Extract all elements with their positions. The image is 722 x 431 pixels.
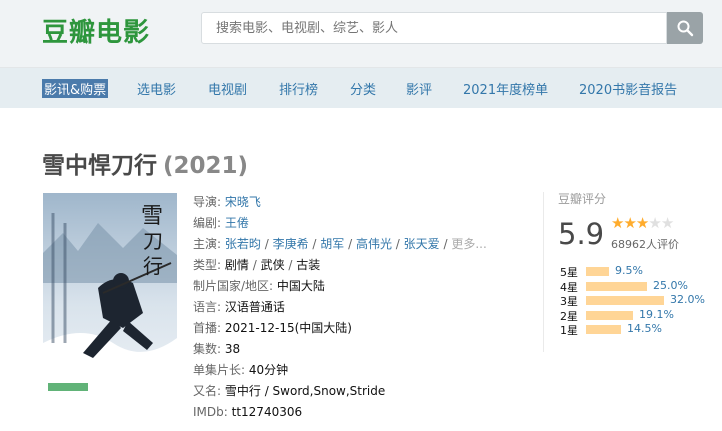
- star-empty-icon: ★: [660, 214, 674, 232]
- rating-dist-bar: [586, 267, 609, 276]
- cast-link[interactable]: 李庚希: [273, 237, 309, 251]
- star-filled-icon: ★: [611, 214, 624, 232]
- movie-title: 雪中悍刀行: [42, 153, 157, 179]
- nav-item-explore[interactable]: 选电影: [137, 79, 176, 98]
- svg-text:行: 行: [143, 254, 163, 278]
- search-icon: [677, 20, 694, 37]
- rating-dist-bar: [586, 296, 664, 305]
- poster-art: 雪 刀 行: [43, 193, 177, 396]
- nav-item-charts[interactable]: 排行榜: [279, 79, 318, 98]
- rating-count-link[interactable]: 68962人评价: [611, 236, 679, 252]
- top-bar: 豆瓣电影: [0, 0, 722, 68]
- rating-dist-bar: [586, 325, 621, 334]
- page-title: 雪中悍刀行 (2021): [42, 146, 248, 180]
- movie-year: (2021): [163, 153, 249, 179]
- info-writer: 编剧: 王倦: [193, 216, 249, 230]
- director-link[interactable]: 宋晓飞: [225, 195, 261, 209]
- nav-item-annual-2021[interactable]: 2021年度榜单: [463, 79, 548, 98]
- info-aka: 又名: 雪中行 / Sword,Snow,Stride: [193, 384, 386, 398]
- rating-dist-bar: [586, 281, 647, 291]
- rating-stars: ★★★★★: [611, 214, 674, 232]
- info-region: 制片国家/地区: 中国大陆: [193, 279, 325, 293]
- rating-panel: 豆瓣评分 5.9 ★★★★★ 68962人评价 5星 9.5% 4星 25.0% 3星 3…: [558, 190, 705, 337]
- rating-dist-pct: 25.0%: [653, 278, 688, 292]
- info-cast: 主演: 张若昀 / 李庚希 / 胡军 / 高伟光 / 张天爱 / 更多...: [193, 237, 487, 251]
- cast-link[interactable]: 张若昀: [225, 237, 261, 251]
- svg-text:刀: 刀: [143, 229, 163, 253]
- info-imdb: IMDb: tt12740306: [193, 405, 303, 419]
- rating-dist-pct: 9.5%: [615, 264, 643, 277]
- cast-link[interactable]: 高伟光: [356, 237, 392, 251]
- info-premiere: 首播: 2021-12-15(中国大陆): [193, 321, 352, 335]
- search-input[interactable]: [202, 13, 666, 43]
- info-genre: 类型: 剧情 / 武侠 / 古装: [193, 258, 321, 272]
- cast-link[interactable]: 胡军: [320, 237, 344, 251]
- rating-score: 5.9: [558, 217, 605, 251]
- nav-item-reviews[interactable]: 影评: [406, 79, 432, 98]
- cast-more-link[interactable]: 更多...: [451, 237, 486, 251]
- main-nav: 影讯&购票 选电影 电视剧 排行榜 分类 影评 2021年度榜单 2020书影音…: [0, 68, 722, 108]
- poster-calligraphy: 雪: [141, 204, 163, 229]
- star-empty-icon: ★: [648, 214, 661, 232]
- movie-info: 导演: 宋晓飞 编剧: 王倦 主演: 张若昀 / 李庚希 / 胡军 / 高伟光 …: [193, 192, 487, 423]
- rating-dist-pct: 32.0%: [670, 293, 705, 306]
- nav-item-tickets[interactable]: 影讯&购票: [42, 79, 109, 98]
- info-director: 导演: 宋晓飞: [193, 195, 261, 209]
- rating-dist-pct: 19.1%: [639, 307, 674, 321]
- star-filled-icon: ★: [635, 214, 649, 232]
- rating-dist-pct: 14.5%: [627, 322, 662, 335]
- star-filled-icon: ★: [623, 214, 636, 232]
- rating-divider: [543, 192, 544, 352]
- search-button[interactable]: [667, 12, 703, 44]
- douban-movie-logo[interactable]: 豆瓣电影: [42, 12, 150, 49]
- rating-dist-label: 1星: [560, 324, 578, 337]
- nav-item-categories[interactable]: 分类: [350, 79, 376, 98]
- poster-image[interactable]: 雪 刀 行: [43, 193, 177, 396]
- writer-link[interactable]: 王倦: [225, 216, 249, 230]
- info-duration: 单集片长: 40分钟: [193, 363, 289, 377]
- rating-label: 豆瓣评分: [558, 192, 607, 206]
- nav-item-report-2020[interactable]: 2020书影音报告: [579, 79, 677, 98]
- search-box[interactable]: [201, 12, 667, 44]
- info-language: 语言: 汉语普通话: [193, 300, 285, 314]
- rating-dist-bar: [586, 310, 633, 320]
- nav-item-tv[interactable]: 电视剧: [208, 79, 247, 98]
- info-episodes: 集数: 38: [193, 342, 241, 356]
- cast-link[interactable]: 张天爱: [404, 237, 440, 251]
